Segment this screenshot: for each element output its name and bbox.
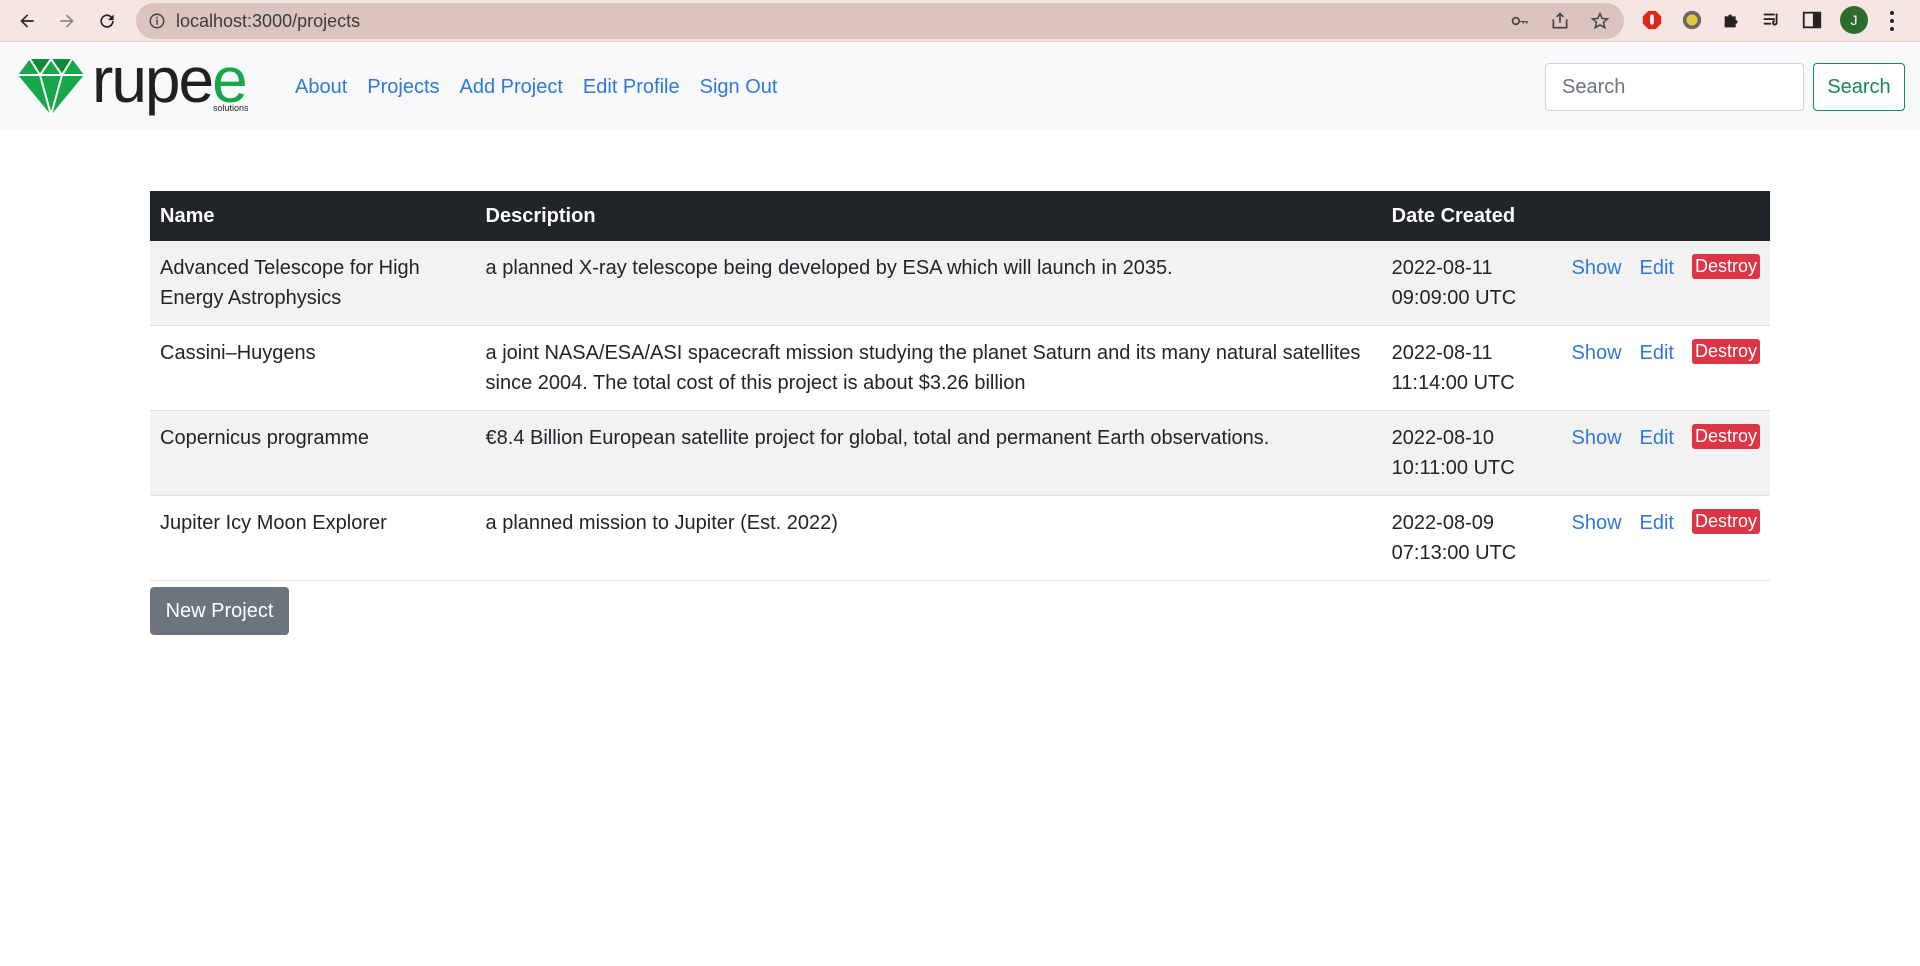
adblock-extension-icon[interactable] [1640,8,1664,32]
key-icon[interactable] [1510,11,1530,31]
cell-description: a planned mission to Jupiter (Est. 2022) [475,495,1382,581]
brand-word-main: rupe [92,44,214,116]
date-day: 2022-08-10 [1391,427,1494,449]
site-navbar: rupee solutions About Projects Add Proje… [0,43,1920,130]
date-day: 2022-08-11 [1391,342,1493,364]
cell-date: 2022-08-09 07:13:00 UTC [1381,495,1562,581]
show-link[interactable]: Show [1571,512,1621,534]
reload-icon [100,14,114,28]
header-description: Description [485,204,596,227]
cell-date: 2022-08-11 11:14:00 UTC [1381,325,1562,411]
profile-avatar[interactable]: J [1840,6,1868,34]
url-text: localhost:3000/projects [176,11,361,31]
show-link[interactable]: Show [1571,257,1621,279]
search-input[interactable] [1545,63,1804,111]
cell-actions: Show Edit Destroy [1561,241,1770,326]
brand-subtitle: solutions [213,103,249,113]
projects-table-container: Name Description Date Created Advanced T… [150,191,1770,581]
nav-links: About Projects Add Project Edit Profile … [295,76,797,99]
address-bar[interactable]: localhost:3000/projects [136,3,1624,39]
diamond-icon [18,59,84,115]
arrow-right-icon [60,14,74,28]
nav-link-projects[interactable]: Projects [367,76,439,99]
destroy-button[interactable]: Destroy [1691,509,1760,534]
table-row: Advanced Telescope for High Energy Astro… [150,241,1770,326]
cell-actions: Show Edit Destroy [1561,495,1770,581]
cell-description: a joint NASA/ESA/ASI spacecraft mission … [475,325,1382,411]
cell-name: Jupiter Icy Moon Explorer [150,495,476,581]
table-row: Jupiter Icy Moon Explorer a planned miss… [150,495,1770,581]
info-icon [149,13,165,29]
puzzle-icon[interactable] [1720,8,1744,32]
brand-logo[interactable]: rupee solutions [16,44,261,119]
table-row: Copernicus programme €8.4 Billion Europe… [150,410,1770,496]
cell-actions: Show Edit Destroy [1561,325,1770,411]
cell-description: a planned X-ray telescope being develope… [475,241,1382,326]
destroy-button[interactable]: Destroy [1691,339,1760,364]
cell-date: 2022-08-10 10:11:00 UTC [1381,410,1562,496]
nav-link-about[interactable]: About [295,76,347,99]
date-time: 11:14:00 UTC [1391,372,1515,394]
reading-list-icon[interactable] [1760,8,1784,32]
cell-actions: Show Edit Destroy [1561,410,1770,496]
edit-link[interactable]: Edit [1640,257,1674,279]
edit-link[interactable]: Edit [1640,427,1674,449]
share-icon[interactable] [1550,11,1570,31]
new-project-button[interactable]: New Project [150,587,289,635]
side-panel-icon[interactable] [1800,8,1824,32]
date-time: 09:09:00 UTC [1391,287,1517,309]
edit-link[interactable]: Edit [1640,342,1674,364]
destroy-button[interactable]: Destroy [1691,424,1760,449]
cell-name: Copernicus programme [150,410,476,496]
table-header-row: Name Description Date Created [150,191,1770,241]
cell-description: €8.4 Billion European satellite project … [475,410,1382,496]
cell-name: Advanced Telescope for High Energy Astro… [150,241,476,326]
table-row: Cassini–Huygens a joint NASA/ESA/ASI spa… [150,325,1770,411]
search-button[interactable]: Search [1813,63,1905,111]
show-link[interactable]: Show [1571,427,1621,449]
edit-link[interactable]: Edit [1640,512,1674,534]
arrow-left-icon [20,14,34,28]
header-date-created: Date Created [1391,204,1516,227]
destroy-button[interactable]: Destroy [1691,254,1760,279]
projects-table: Name Description Date Created Advanced T… [150,191,1770,581]
back-button[interactable] [10,4,44,38]
show-link[interactable]: Show [1571,342,1621,364]
forward-button[interactable] [50,4,84,38]
nav-link-edit-profile[interactable]: Edit Profile [583,76,680,99]
shield-extension-icon[interactable] [1680,8,1704,32]
header-actions [1561,191,1770,241]
reload-button[interactable] [90,4,124,38]
browser-menu-icon[interactable] [1882,8,1902,34]
star-icon[interactable] [1590,11,1610,31]
date-time: 07:13:00 UTC [1391,542,1517,564]
nav-link-add-project[interactable]: Add Project [460,76,563,99]
browser-toolbar: localhost:3000/projects J [0,0,1920,42]
cell-date: 2022-08-11 09:09:00 UTC [1381,241,1562,326]
date-day: 2022-08-09 [1391,512,1494,534]
nav-link-sign-out[interactable]: Sign Out [700,76,778,99]
header-name: Name [160,204,215,227]
date-time: 10:11:00 UTC [1391,457,1515,479]
cell-name: Cassini–Huygens [150,325,476,411]
date-day: 2022-08-11 [1391,257,1493,279]
